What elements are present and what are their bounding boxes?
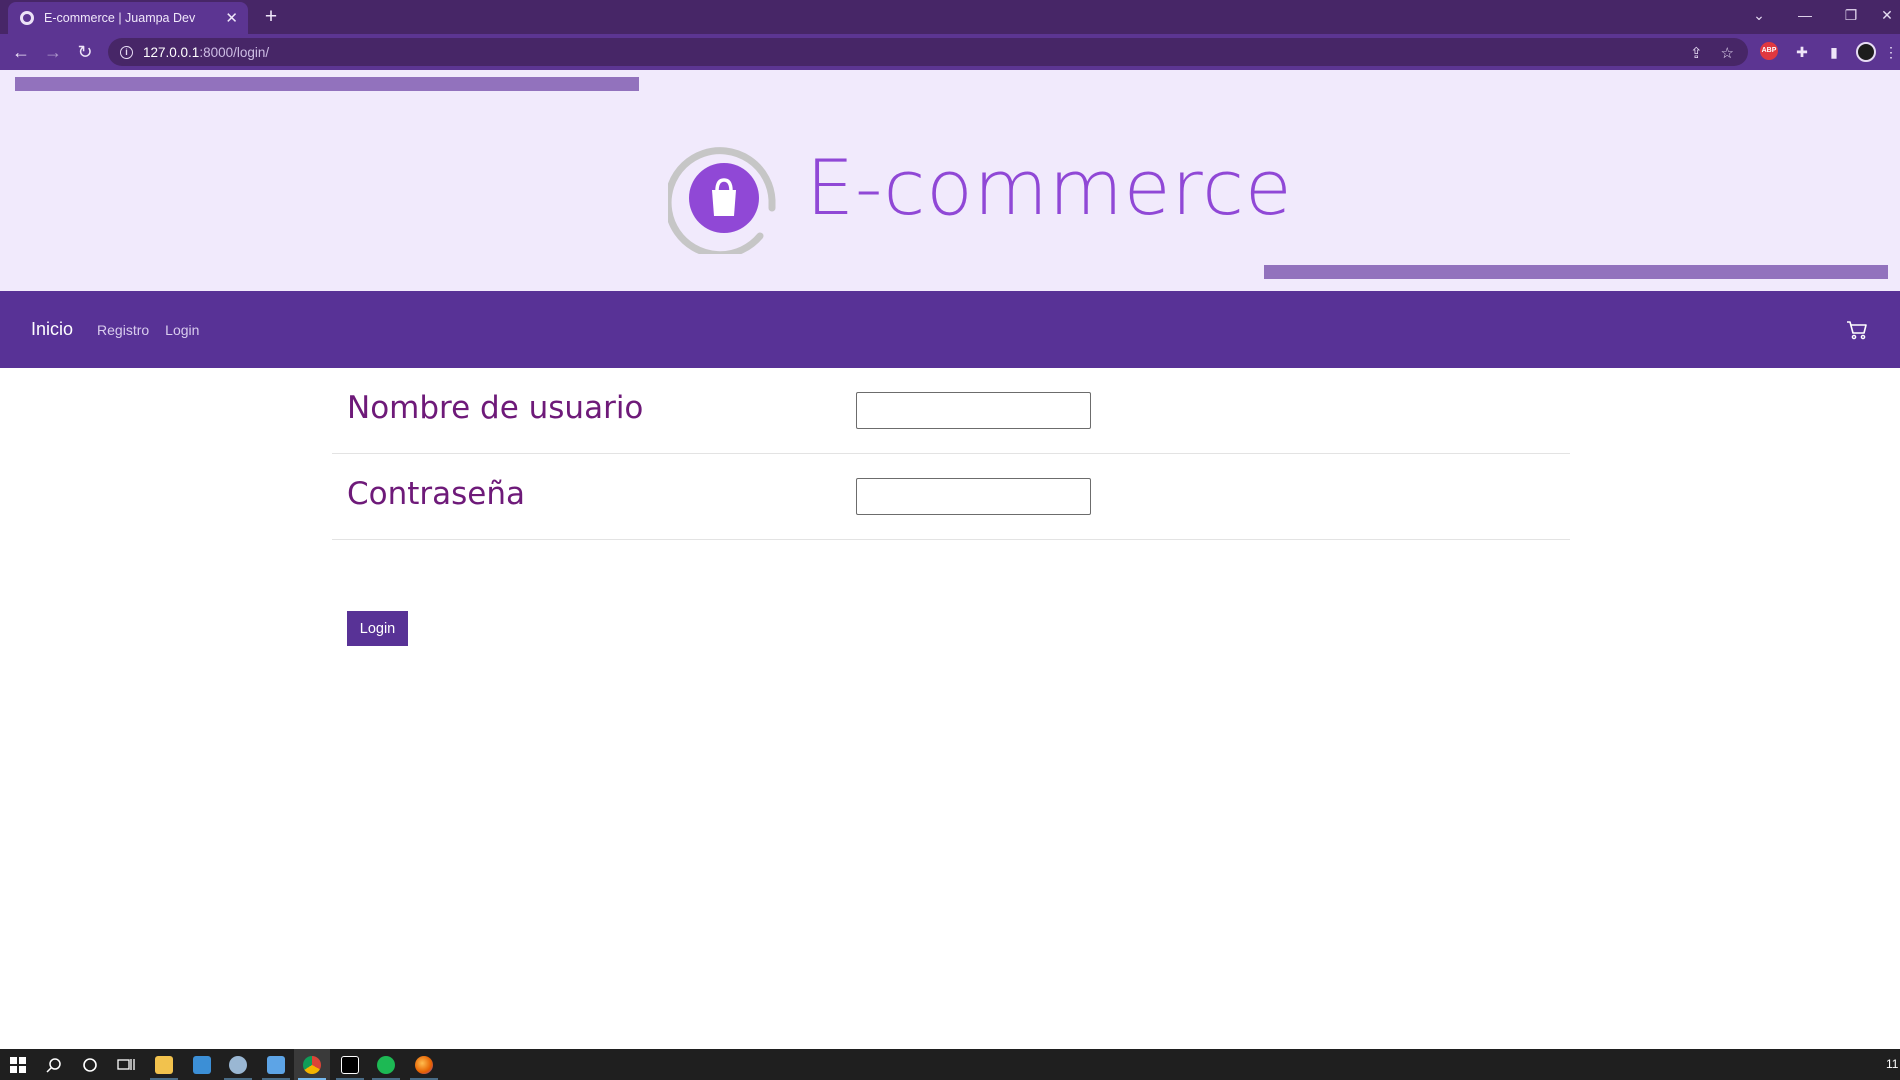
spotify-icon[interactable] [368, 1049, 404, 1080]
share-icon[interactable]: ⇪ [1690, 44, 1703, 62]
notepad-icon[interactable] [258, 1049, 294, 1080]
firefox-icon[interactable] [406, 1049, 442, 1080]
remote-desktop-icon[interactable] [184, 1049, 220, 1080]
extensions-puzzle-icon[interactable]: ✚ [1792, 42, 1812, 62]
address-bar[interactable]: i 127.0.0.1:8000/login/ ⇪ ☆ [108, 38, 1748, 66]
browser-toolbar: ← → ↻ i 127.0.0.1:8000/login/ ⇪ ☆ ABP ✚ … [0, 34, 1900, 70]
password-row: Contraseña [332, 454, 1570, 540]
system-clock: 11 [1886, 1057, 1899, 1071]
globe-icon [20, 11, 34, 25]
search-icon[interactable] [36, 1049, 72, 1080]
nav-link-login[interactable]: Login [165, 322, 199, 338]
login-submit-button[interactable]: Login [347, 611, 408, 646]
windows-start-icon[interactable] [0, 1049, 36, 1080]
password-input[interactable] [856, 478, 1091, 515]
main-navbar: Inicio Registro Login [0, 291, 1900, 368]
close-tab-icon[interactable]: ✕ [225, 9, 238, 27]
site-info-icon[interactable]: i [120, 45, 133, 59]
cortana-icon[interactable] [72, 1049, 108, 1080]
url-host: 127.0.0.1 [143, 44, 200, 60]
username-label: Nombre de usuario [347, 390, 644, 426]
paint-icon[interactable] [220, 1049, 256, 1080]
adblock-extension-icon[interactable]: ABP [1760, 42, 1778, 60]
forward-icon[interactable]: → [40, 39, 66, 65]
side-panel-icon[interactable]: ▮ [1824, 42, 1844, 62]
minimize-button[interactable]: — [1782, 0, 1828, 30]
os-taskbar: 11 [0, 1049, 1900, 1080]
cart-icon[interactable] [1846, 319, 1868, 341]
profile-avatar[interactable] [1856, 42, 1876, 62]
nav-link-registro[interactable]: Registro [97, 322, 149, 338]
shopping-bag-logo-icon [668, 147, 776, 254]
pycharm-icon[interactable] [332, 1049, 368, 1080]
task-view-icon[interactable] [108, 1049, 144, 1080]
close-window-button[interactable]: ✕ [1874, 0, 1900, 30]
bookmark-star-icon[interactable]: ☆ [1721, 44, 1734, 62]
username-input[interactable] [856, 392, 1091, 429]
back-icon[interactable]: ← [8, 39, 34, 65]
chrome-icon[interactable] [294, 1049, 330, 1080]
url-path: :8000/login/ [199, 44, 270, 60]
tab-search-icon[interactable]: ⌄ [1736, 0, 1782, 30]
password-label: Contraseña [347, 476, 526, 512]
page-viewport: E-commerce Inicio Registro Login Nombre … [0, 70, 1900, 1049]
site-header: E-commerce [0, 70, 1900, 291]
tab-title: E-commerce | Juampa Dev [44, 11, 196, 25]
decorative-bar-bottom [1264, 265, 1888, 279]
site-brand-title: E-commerce [806, 143, 1293, 232]
browser-tab-strip: E-commerce | Juampa Dev ✕ + ⌄ — ❐ ✕ [0, 0, 1900, 34]
browser-tab[interactable]: E-commerce | Juampa Dev ✕ [8, 2, 248, 34]
menu-kebab-icon[interactable]: ⋮ [1884, 42, 1898, 62]
decorative-bar-top [15, 77, 639, 91]
file-explorer-icon[interactable] [146, 1049, 182, 1080]
username-row: Nombre de usuario [332, 368, 1570, 454]
reload-icon[interactable]: ↻ [72, 39, 98, 65]
new-tab-button[interactable]: + [258, 4, 284, 30]
nav-link-inicio[interactable]: Inicio [31, 319, 73, 340]
restore-button[interactable]: ❐ [1828, 0, 1874, 30]
login-form: Nombre de usuario Contraseña [332, 368, 1570, 540]
